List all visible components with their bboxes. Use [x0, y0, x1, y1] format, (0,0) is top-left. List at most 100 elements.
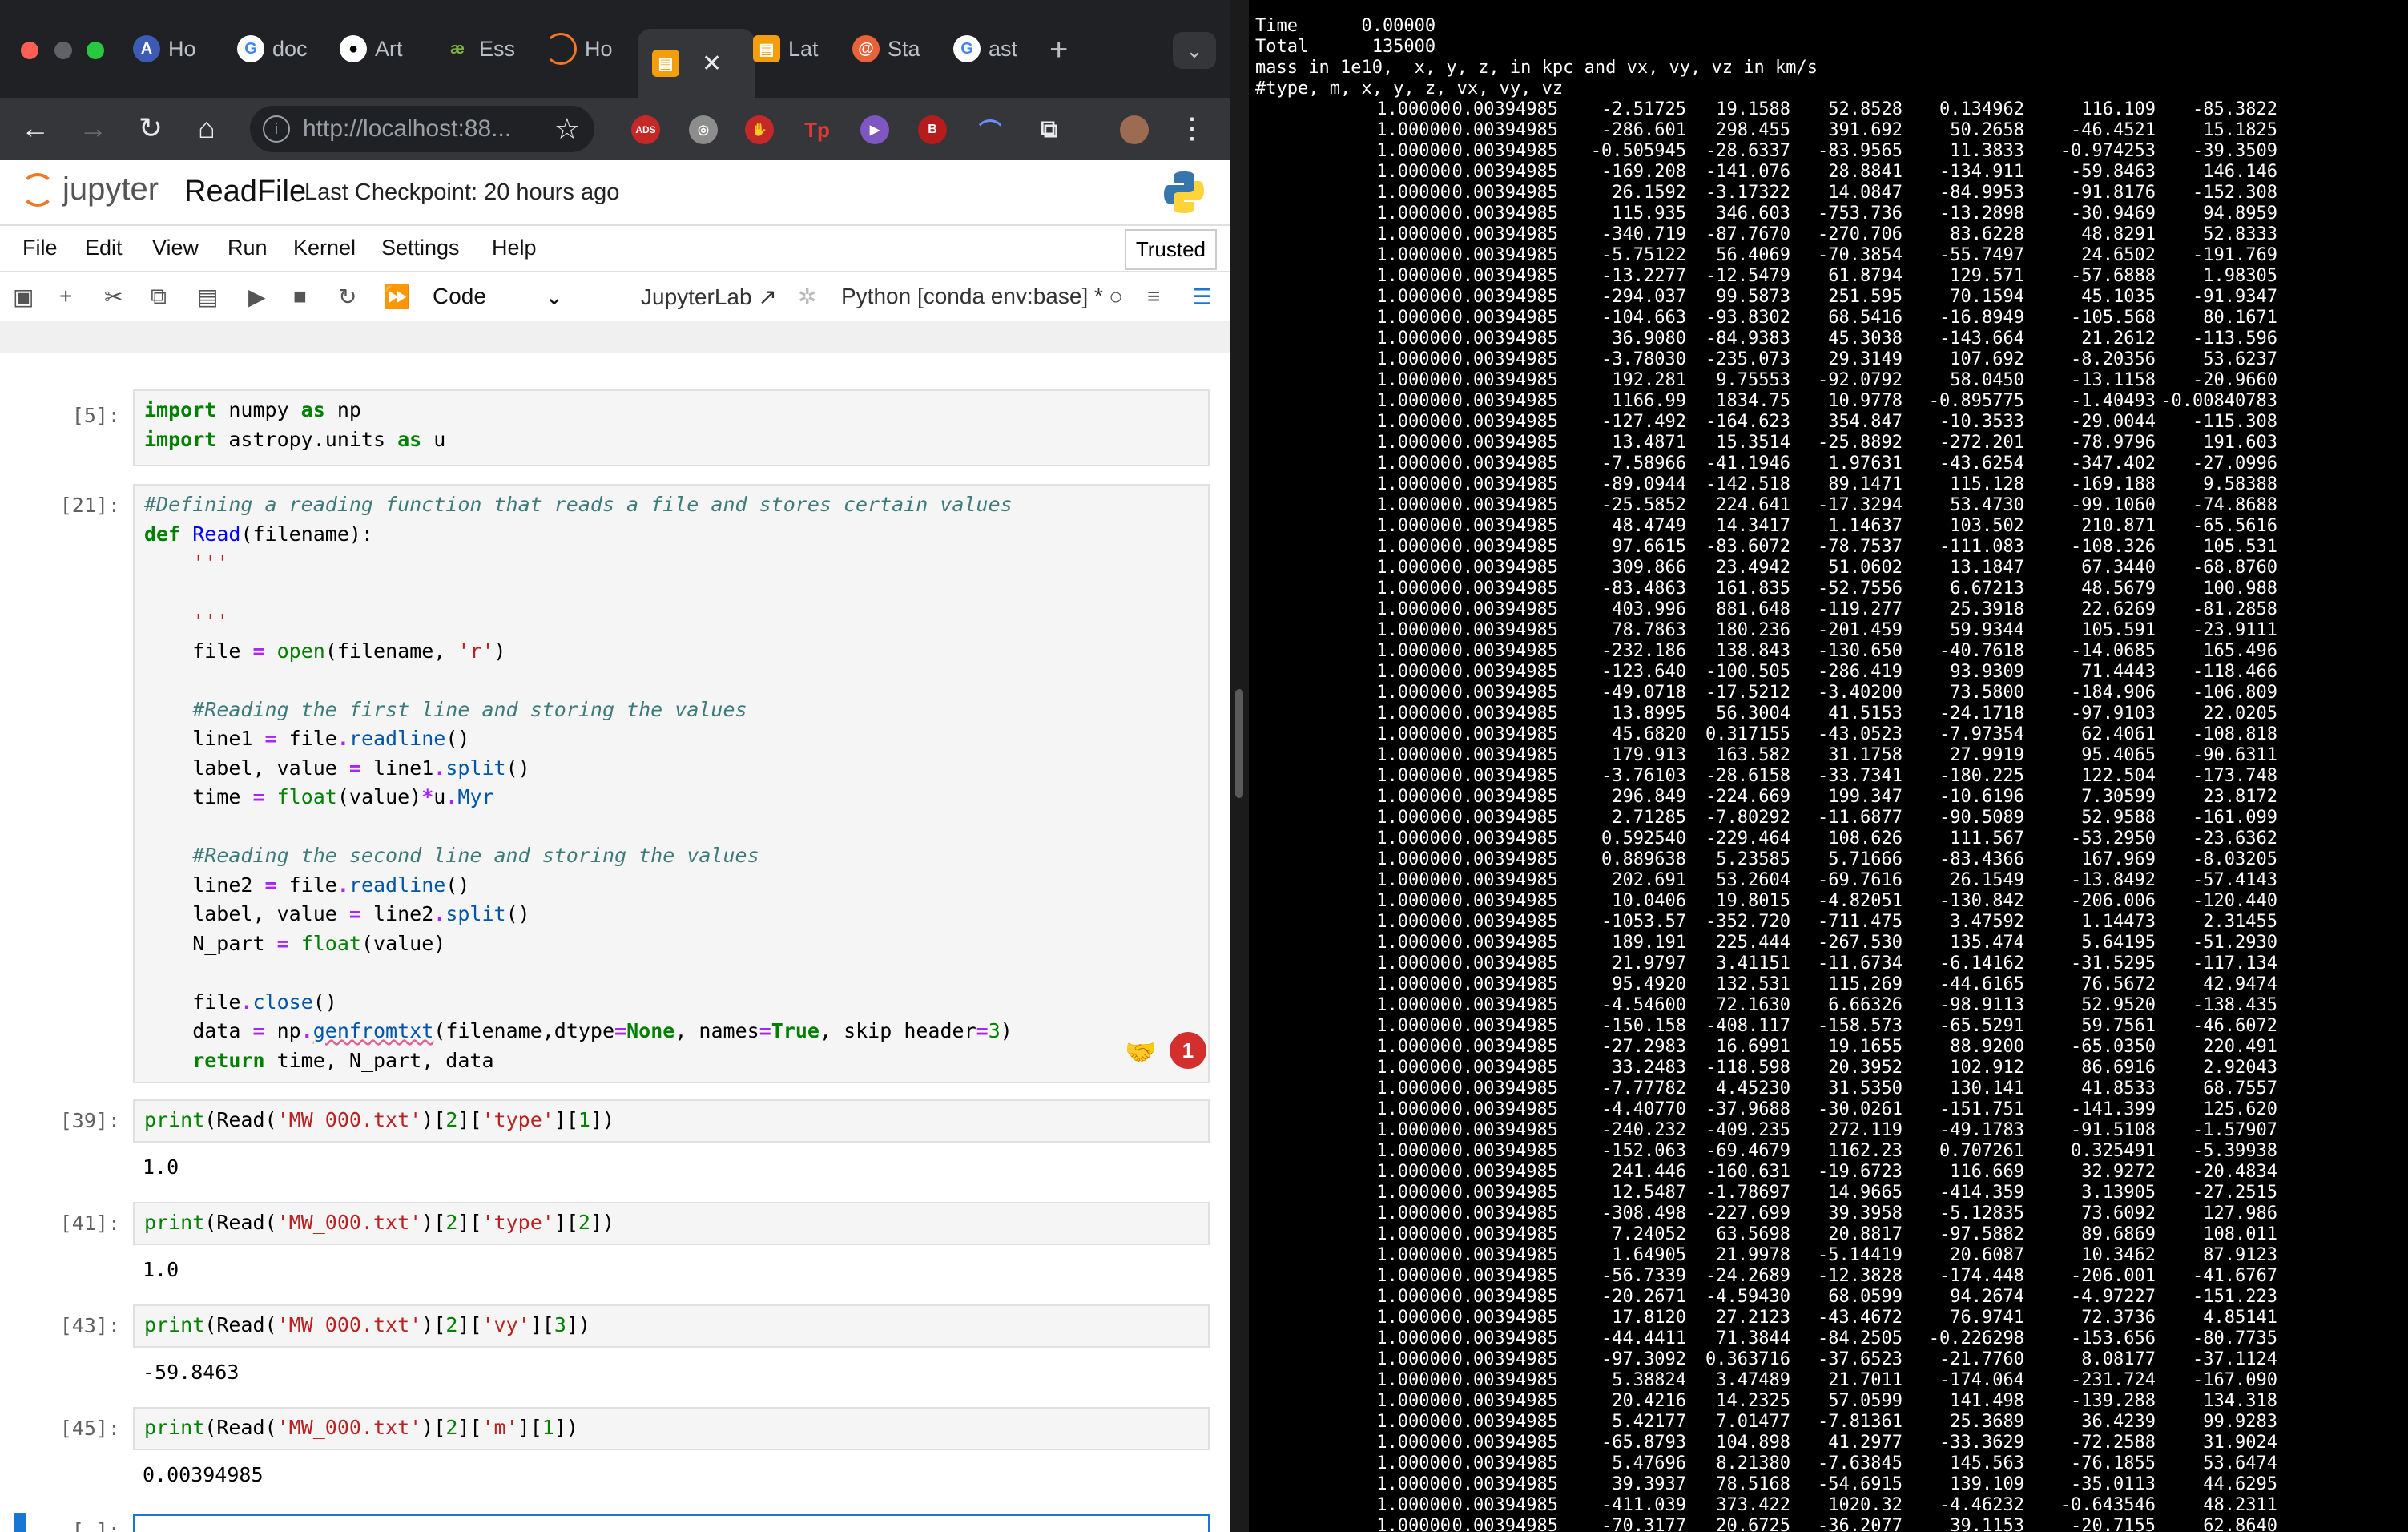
close-window-button[interactable]: [21, 42, 38, 59]
paste-icon[interactable]: ▤: [197, 284, 218, 310]
terminal-row: 1.00000 0.00394985 7.24052 63.5698 20.8817 -9…: [1249, 1224, 2408, 1245]
terminal-cell: 1.00000: [1376, 953, 1451, 974]
kernel-name[interactable]: Python [conda env:base] *: [841, 284, 1103, 309]
terminal-cell: 0.00394985: [1452, 1120, 1558, 1140]
terminal-cell: 76.9741: [1950, 1308, 2024, 1328]
reload-button[interactable]: ↻: [128, 106, 173, 151]
code-cell[interactable]: print(Read('MW_000.txt')[2]['type'][1]): [133, 1099, 1210, 1143]
terminal-cell: 1.00000: [1376, 745, 1451, 765]
b-extension-icon[interactable]: B: [918, 115, 947, 144]
cell-output: 1.0: [143, 1155, 179, 1179]
site-info-icon[interactable]: i: [263, 115, 290, 143]
browser-tab-active[interactable]: ▤ ✕: [638, 29, 755, 98]
jupyter-logo[interactable]: jupyter: [21, 171, 159, 208]
terminal-cell: 0.00394985: [1452, 662, 1558, 682]
terminal-pane[interactable]: Time 0.00000 Total 135000 mass in 1e10, …: [1249, 0, 2408, 1532]
tab-search-button[interactable]: ⌄: [1173, 32, 1216, 69]
handshake-icon[interactable]: 🤝: [1125, 1037, 1157, 1067]
browser-menu-button[interactable]: ⋮: [1170, 106, 1214, 151]
browser-tab[interactable]: æ Ess: [444, 29, 515, 69]
code-cell[interactable]: #Defining a reading function that reads …: [133, 484, 1210, 1083]
restart-icon[interactable]: ↻: [338, 284, 356, 310]
terminal-cell: -5.39938: [2193, 1141, 2277, 1161]
terminal-cell: 354.847: [1828, 412, 1903, 432]
terminal-cell: 13.8995: [1612, 704, 1686, 724]
maximize-window-button[interactable]: [87, 42, 104, 59]
bug-icon[interactable]: ✲: [798, 284, 816, 310]
menu-edit[interactable]: Edit: [85, 236, 123, 260]
terminal-cell: -23.6362: [2193, 828, 2277, 849]
add-cell-icon[interactable]: +: [59, 284, 72, 309]
home-button[interactable]: ⌂: [184, 106, 229, 151]
terminal-cell: -3.76103: [1601, 766, 1686, 786]
property-inspector-icon[interactable]: ☰: [1192, 284, 1212, 310]
terminal-cell: 100.988: [2203, 579, 2277, 599]
fast-forward-icon[interactable]: ⏩: [383, 284, 411, 310]
code-cell[interactable]: import numpy as np import astropy.units …: [133, 389, 1210, 466]
terminal-cell: 0.00394985: [1452, 1287, 1558, 1307]
close-tab-icon[interactable]: ✕: [702, 50, 722, 78]
terminal-cell: 191.603: [2203, 433, 2277, 453]
terminal-cell: -40.7618: [1939, 641, 2024, 661]
terminal-cell: 199.347: [1828, 787, 1903, 807]
jupyterlab-link[interactable]: JupyterLab ↗: [641, 284, 777, 310]
terminal-cell: 41.2977: [1828, 1433, 1903, 1453]
arc-extension-icon[interactable]: ⌒: [976, 115, 1005, 144]
extensions-puzzle-icon[interactable]: ⧉: [1035, 115, 1064, 144]
tp-extension-icon[interactable]: Tp: [803, 115, 832, 144]
back-button[interactable]: ←: [13, 106, 58, 151]
terminal-cell: -89.0944: [1601, 474, 1686, 494]
comment-count-badge[interactable]: 1: [1170, 1032, 1206, 1069]
terminal-cell: 3.13905: [2081, 1183, 2156, 1203]
copy-icon[interactable]: ⧉: [151, 284, 167, 310]
menu-kernel[interactable]: Kernel: [293, 236, 356, 260]
code-cell[interactable]: print(Read('MW_000.txt')[2]['type'][2]): [133, 1202, 1210, 1245]
terminal-cell: -33.3629: [1939, 1433, 2024, 1453]
terminal-cell: -411.039: [1601, 1495, 1686, 1515]
cut-icon[interactable]: ✂: [104, 284, 123, 310]
code-cell[interactable]: print(Read('MW_000.txt')[2]['vy'][3]): [133, 1304, 1210, 1348]
profile-avatar[interactable]: [1120, 115, 1149, 144]
pane-splitter[interactable]: [1230, 0, 1249, 1532]
terminal-cell: -115.308: [2193, 412, 2277, 432]
terminal-cell: -65.5291: [1939, 1016, 2024, 1036]
address-bar[interactable]: i http://localhost:88... ☆: [250, 106, 594, 152]
splitter-handle[interactable]: [1235, 689, 1243, 798]
minimize-window-button[interactable]: [54, 42, 72, 59]
menu-run[interactable]: Run: [228, 236, 268, 260]
trusted-indicator[interactable]: Trusted: [1124, 229, 1217, 270]
terminal-cell: 1.00000: [1376, 912, 1451, 932]
browser-tab[interactable]: G ast: [953, 29, 1017, 69]
browser-tab[interactable]: Ho: [545, 29, 613, 69]
menu-view[interactable]: View: [152, 236, 199, 260]
menu-settings[interactable]: Settings: [381, 236, 460, 260]
list-icon[interactable]: ≡: [1147, 284, 1160, 309]
ads-extension-icon[interactable]: ADS: [631, 115, 660, 144]
browser-tab[interactable]: A Ho: [133, 29, 196, 69]
browser-tab[interactable]: ● Art: [340, 29, 403, 69]
run-icon[interactable]: ▶: [248, 284, 266, 310]
forward-button[interactable]: →: [70, 106, 115, 151]
play-extension-icon[interactable]: ▶: [860, 115, 889, 144]
terminal-row: 1.00000 0.00394985 -7.58966 -41.1946 1.97631…: [1249, 454, 2408, 474]
hand-extension-icon[interactable]: ✋: [745, 115, 774, 144]
terminal-cell: -25.5852: [1601, 495, 1686, 515]
glasses-extension-icon[interactable]: ◎: [689, 115, 718, 144]
terminal-row: 1.00000 0.00394985 202.691 53.2604 -69.7616 2…: [1249, 870, 2408, 891]
menu-help[interactable]: Help: [492, 236, 537, 260]
cell-type-select[interactable]: Code ⌄: [433, 284, 563, 309]
terminal-row: 1.00000 0.00394985 -49.0718 -17.5212 -3.4020…: [1249, 683, 2408, 704]
active-code-cell[interactable]: [133, 1514, 1210, 1532]
browser-tab[interactable]: ▤ Lat: [753, 29, 819, 69]
notebook-title[interactable]: ReadFile: [184, 175, 306, 209]
bookmark-star-icon[interactable]: ☆: [554, 112, 580, 146]
menu-file[interactable]: File: [22, 236, 58, 260]
new-tab-button[interactable]: +: [1049, 32, 1068, 68]
terminal-cell: 0.00394985: [1452, 1349, 1558, 1369]
browser-tab[interactable]: @ Sta: [852, 29, 920, 69]
code-cell[interactable]: print(Read('MW_000.txt')[2]['m'][1]): [133, 1407, 1210, 1450]
terminal-cell: -5.14419: [1818, 1245, 1903, 1265]
browser-tab[interactable]: G doc: [237, 29, 308, 69]
save-icon[interactable]: ▣: [13, 284, 34, 310]
stop-icon[interactable]: ■: [293, 284, 307, 309]
